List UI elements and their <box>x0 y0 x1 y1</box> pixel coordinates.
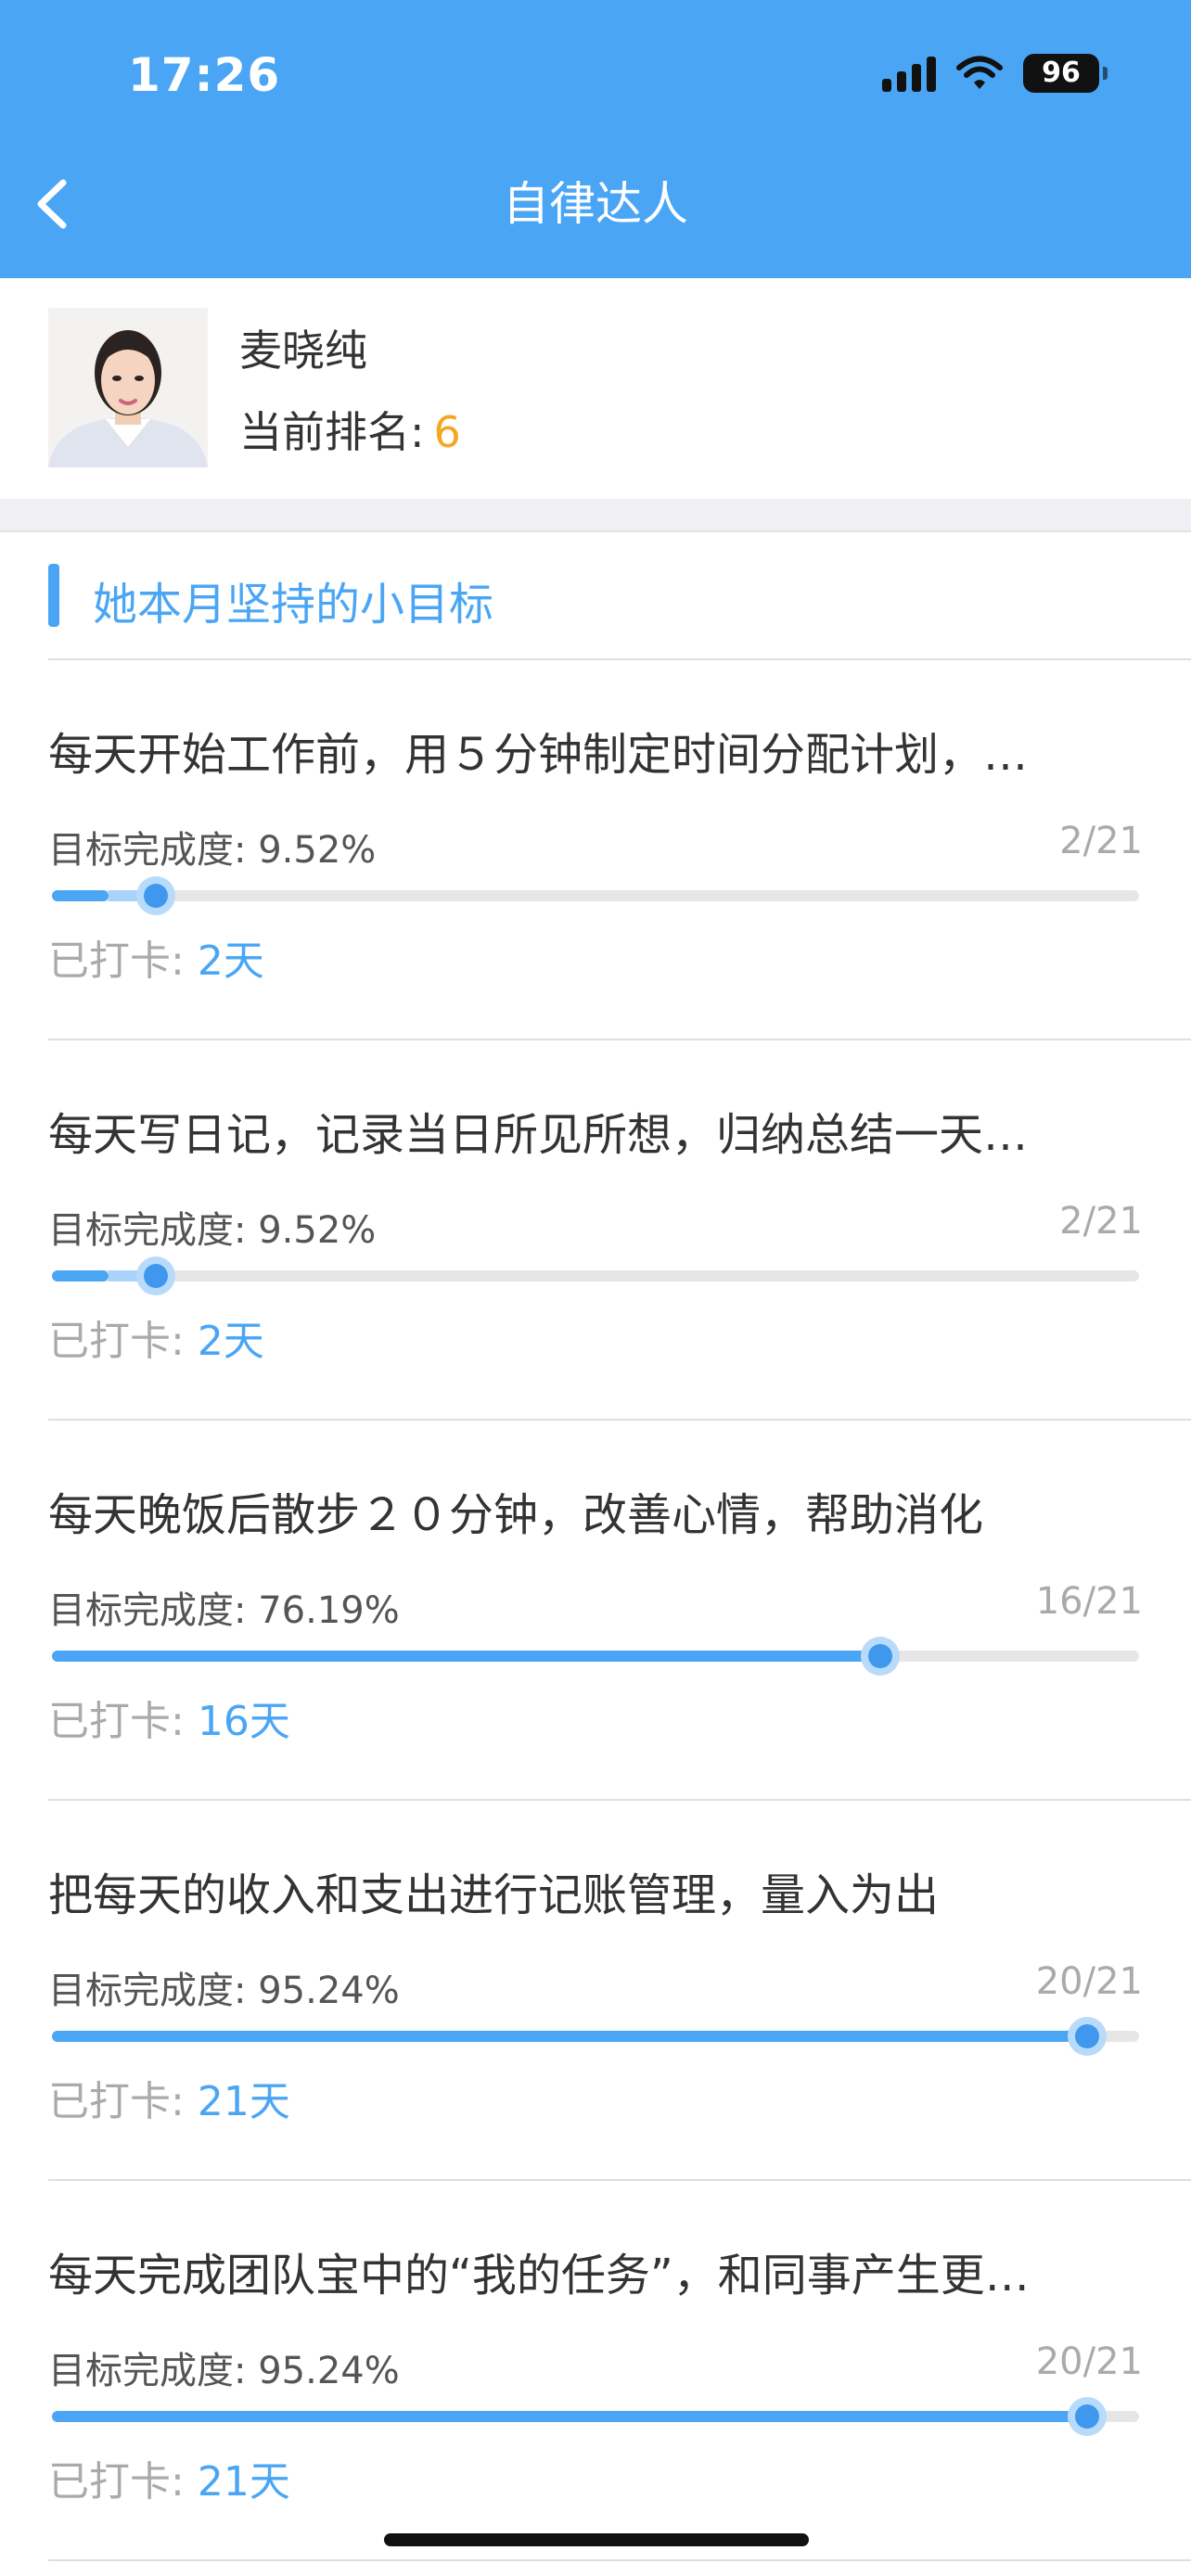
battery-icon: 96 <box>1023 54 1108 93</box>
days-unit: 天 <box>249 2458 290 2506</box>
user-name: 麦晓纯 <box>239 325 367 376</box>
cellular-signal-icon <box>882 55 936 92</box>
checked-in-days: 已打卡: 21天 <box>48 2448 290 2507</box>
goal-item[interactable]: 每天晚饭后散步２０分钟，改善心情，帮助消化 目标完成度: 76.19% 16/21 已… <box>0 1421 1191 1801</box>
progress-label: 目标完成度: 9.52% <box>48 1200 376 1254</box>
goal-item[interactable]: 每天完成团队宝中的“我的任务”，和同事产生更… 目标完成度: 95.24% 20/2… <box>0 2181 1191 2561</box>
status-icons: 96 <box>882 54 1108 93</box>
rank-label: 当前排名: <box>239 407 425 457</box>
goal-title: 每天写日记，记录当日所见所想，归纳总结一天… <box>48 1109 1029 1161</box>
progress-thumb <box>1068 2017 1108 2056</box>
progress-track <box>52 1256 1139 1295</box>
goal-title: 每天晚饭后散步２０分钟，改善心情，帮助消化 <box>48 1489 984 1541</box>
checked-in-days: 已打卡: 21天 <box>48 2068 290 2127</box>
progress-count: 20/21 <box>1035 1960 1143 2003</box>
page-title: 自律达人 <box>503 177 688 231</box>
checked-in-days: 已打卡: 2天 <box>48 927 264 987</box>
progress-value: 95.24% <box>258 2350 400 2392</box>
section-divider <box>0 499 1191 532</box>
goal-title: 每天完成团队宝中的“我的任务”，和同事产生更… <box>48 2250 1030 2302</box>
checked-label: 已打卡: <box>48 937 185 985</box>
checked-days-value: 2天 <box>198 937 264 985</box>
status-time: 17:26 <box>128 48 281 102</box>
goal-item[interactable]: 每天开始工作前，用５分钟制定时间分配计划，… 目标完成度: 9.52% 2/21 已打… <box>0 660 1191 1040</box>
goal-item[interactable]: 每天写日记，记录当日所见所想，归纳总结一天… 目标完成度: 9.52% 2/21 已打… <box>0 1040 1191 1421</box>
wifi-icon <box>956 56 1003 89</box>
progress-value: 9.52% <box>258 829 377 872</box>
progress-count: 16/21 <box>1035 1580 1143 1623</box>
progress-count: 20/21 <box>1035 2340 1143 2383</box>
progress-label: 目标完成度: 95.24% <box>48 2340 400 2394</box>
section-header: 她本月坚持的小目标 <box>0 534 1191 660</box>
progress-track <box>52 1637 1139 1676</box>
checked-days-value: 21天 <box>198 2458 290 2506</box>
checked-label: 已打卡: <box>48 2458 185 2506</box>
checked-days-number: 21 <box>197 2458 250 2506</box>
goal-title: 每天开始工作前，用５分钟制定时间分配计划，… <box>48 729 1029 781</box>
checked-days-number: 16 <box>197 1698 250 1745</box>
progress-label-text: 目标完成度: <box>48 2350 247 2392</box>
progress-count: 2/21 <box>1059 1200 1143 1243</box>
progress-value: 95.24% <box>258 1970 400 2012</box>
section-accent-bar <box>48 564 59 627</box>
checked-days-number: 2 <box>197 1318 224 1365</box>
progress-value: 9.52% <box>258 1209 377 1252</box>
progress-fill <box>52 1651 880 1662</box>
progress-track <box>52 876 1139 915</box>
progress-label: 目标完成度: 95.24% <box>48 1960 400 2014</box>
goal-item[interactable]: 把每天的收入和支出进行记账管理，量入为出 目标完成度: 95.24% 20/21 已打… <box>0 1801 1191 2181</box>
progress-label-text: 目标完成度: <box>48 1589 247 1632</box>
home-indicator[interactable] <box>384 2533 809 2546</box>
progress-fill <box>52 2031 1088 2042</box>
progress-thumb <box>860 1637 900 1676</box>
progress-fill <box>52 1270 109 1282</box>
progress-fill <box>52 890 109 901</box>
days-unit: 天 <box>249 2078 290 2125</box>
progress-label: 目标完成度: 9.52% <box>48 820 376 874</box>
checked-in-days: 已打卡: 2天 <box>48 1307 264 1367</box>
goal-title: 把每天的收入和支出进行记账管理，量入为出 <box>48 1869 940 1921</box>
checked-days-value: 21天 <box>198 2078 290 2125</box>
progress-thumb <box>135 876 175 915</box>
days-unit: 天 <box>223 937 264 985</box>
progress-value: 76.19% <box>258 1589 400 1632</box>
profile-card: 麦晓纯 当前排名: 6 <box>0 278 1191 499</box>
checked-label: 已打卡: <box>48 2078 185 2125</box>
rank-line: 当前排名: 6 <box>239 399 461 460</box>
checked-days-number: 2 <box>197 937 224 985</box>
navigation-header: 17:26 96 自律达人 <box>0 0 1191 278</box>
progress-count: 2/21 <box>1059 820 1143 862</box>
checked-days-number: 21 <box>197 2078 250 2125</box>
avatar[interactable] <box>48 308 208 467</box>
progress-label-text: 目标完成度: <box>48 829 247 872</box>
progress-track <box>52 2017 1139 2056</box>
checked-label: 已打卡: <box>48 1698 185 1745</box>
section-title: 她本月坚持的小目标 <box>93 579 494 631</box>
days-unit: 天 <box>223 1318 264 1365</box>
days-unit: 天 <box>249 1698 290 1745</box>
progress-fill <box>52 2411 1088 2422</box>
rank-value: 6 <box>433 407 461 457</box>
checked-label: 已打卡: <box>48 1318 185 1365</box>
progress-thumb <box>135 1256 175 1295</box>
battery-level: 96 <box>1023 54 1099 93</box>
checked-in-days: 已打卡: 16天 <box>48 1688 290 1747</box>
progress-thumb <box>1068 2397 1108 2436</box>
progress-label-text: 目标完成度: <box>48 1209 247 1252</box>
divider <box>48 2559 1191 2561</box>
checked-days-value: 16天 <box>198 1698 290 1745</box>
progress-track <box>52 2397 1139 2436</box>
progress-label-text: 目标完成度: <box>48 1970 247 2012</box>
progress-label: 目标完成度: 76.19% <box>48 1580 400 1634</box>
checked-days-value: 2天 <box>198 1318 264 1365</box>
